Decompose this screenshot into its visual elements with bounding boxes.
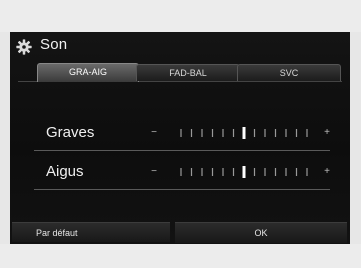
- page-title: Son: [40, 36, 68, 53]
- level-tick: [232, 168, 235, 176]
- level-tick: [295, 168, 298, 176]
- level-tick: [285, 168, 287, 176]
- setting-label: Graves: [46, 124, 95, 141]
- level-tick: [211, 129, 214, 137]
- level-tick: [201, 168, 203, 176]
- tab-fad-bal[interactable]: FAD-BAL: [136, 64, 240, 81]
- decrease-button[interactable]: −: [147, 127, 161, 138]
- level-tick: [180, 129, 182, 137]
- frame-bottom: [0, 244, 361, 268]
- tab-gra-aig[interactable]: GRA-AIG: [37, 63, 139, 82]
- level-scale[interactable]: [177, 127, 311, 139]
- level-tick: [264, 168, 266, 176]
- row-divider: [34, 150, 330, 151]
- setting-row-graves: Graves − +: [34, 120, 330, 151]
- tab-bar: GRA-AIG FAD-BAL SVC: [10, 62, 350, 88]
- level-tick: [306, 168, 308, 176]
- level-tick: [253, 168, 256, 176]
- level-tick: [190, 168, 193, 176]
- level-tick: [232, 129, 235, 137]
- level-tick: [306, 129, 308, 137]
- level-tick: [264, 129, 266, 137]
- gear-icon: [16, 39, 32, 55]
- audio-settings-screen: Son GRA-AIG FAD-BAL SVC Graves − + Aigus…: [10, 32, 350, 244]
- increase-button[interactable]: +: [320, 127, 334, 138]
- level-tick: [295, 129, 298, 137]
- level-scale[interactable]: [177, 166, 311, 178]
- row-divider: [34, 189, 330, 190]
- level-tick: [211, 168, 214, 176]
- ok-button[interactable]: OK: [175, 222, 347, 243]
- decrease-button[interactable]: −: [147, 166, 161, 177]
- level-tick: [222, 129, 224, 137]
- frame-top: [0, 0, 361, 32]
- level-tick: [201, 129, 203, 137]
- increase-button[interactable]: +: [320, 166, 334, 177]
- default-button[interactable]: Par défaut: [12, 222, 170, 242]
- level-tick: [180, 168, 182, 176]
- level-marker: [242, 127, 246, 139]
- level-tick: [274, 168, 277, 176]
- level-tick: [222, 168, 224, 176]
- bottom-bar: Par défaut OK: [10, 222, 350, 244]
- level-tick: [285, 129, 287, 137]
- level-tick: [274, 129, 277, 137]
- level-tick: [190, 129, 193, 137]
- tab-svc[interactable]: SVC: [237, 64, 341, 81]
- level-tick: [253, 129, 256, 137]
- level-marker: [242, 166, 246, 178]
- setting-label: Aigus: [46, 163, 84, 180]
- setting-row-aigus: Aigus − +: [34, 159, 330, 190]
